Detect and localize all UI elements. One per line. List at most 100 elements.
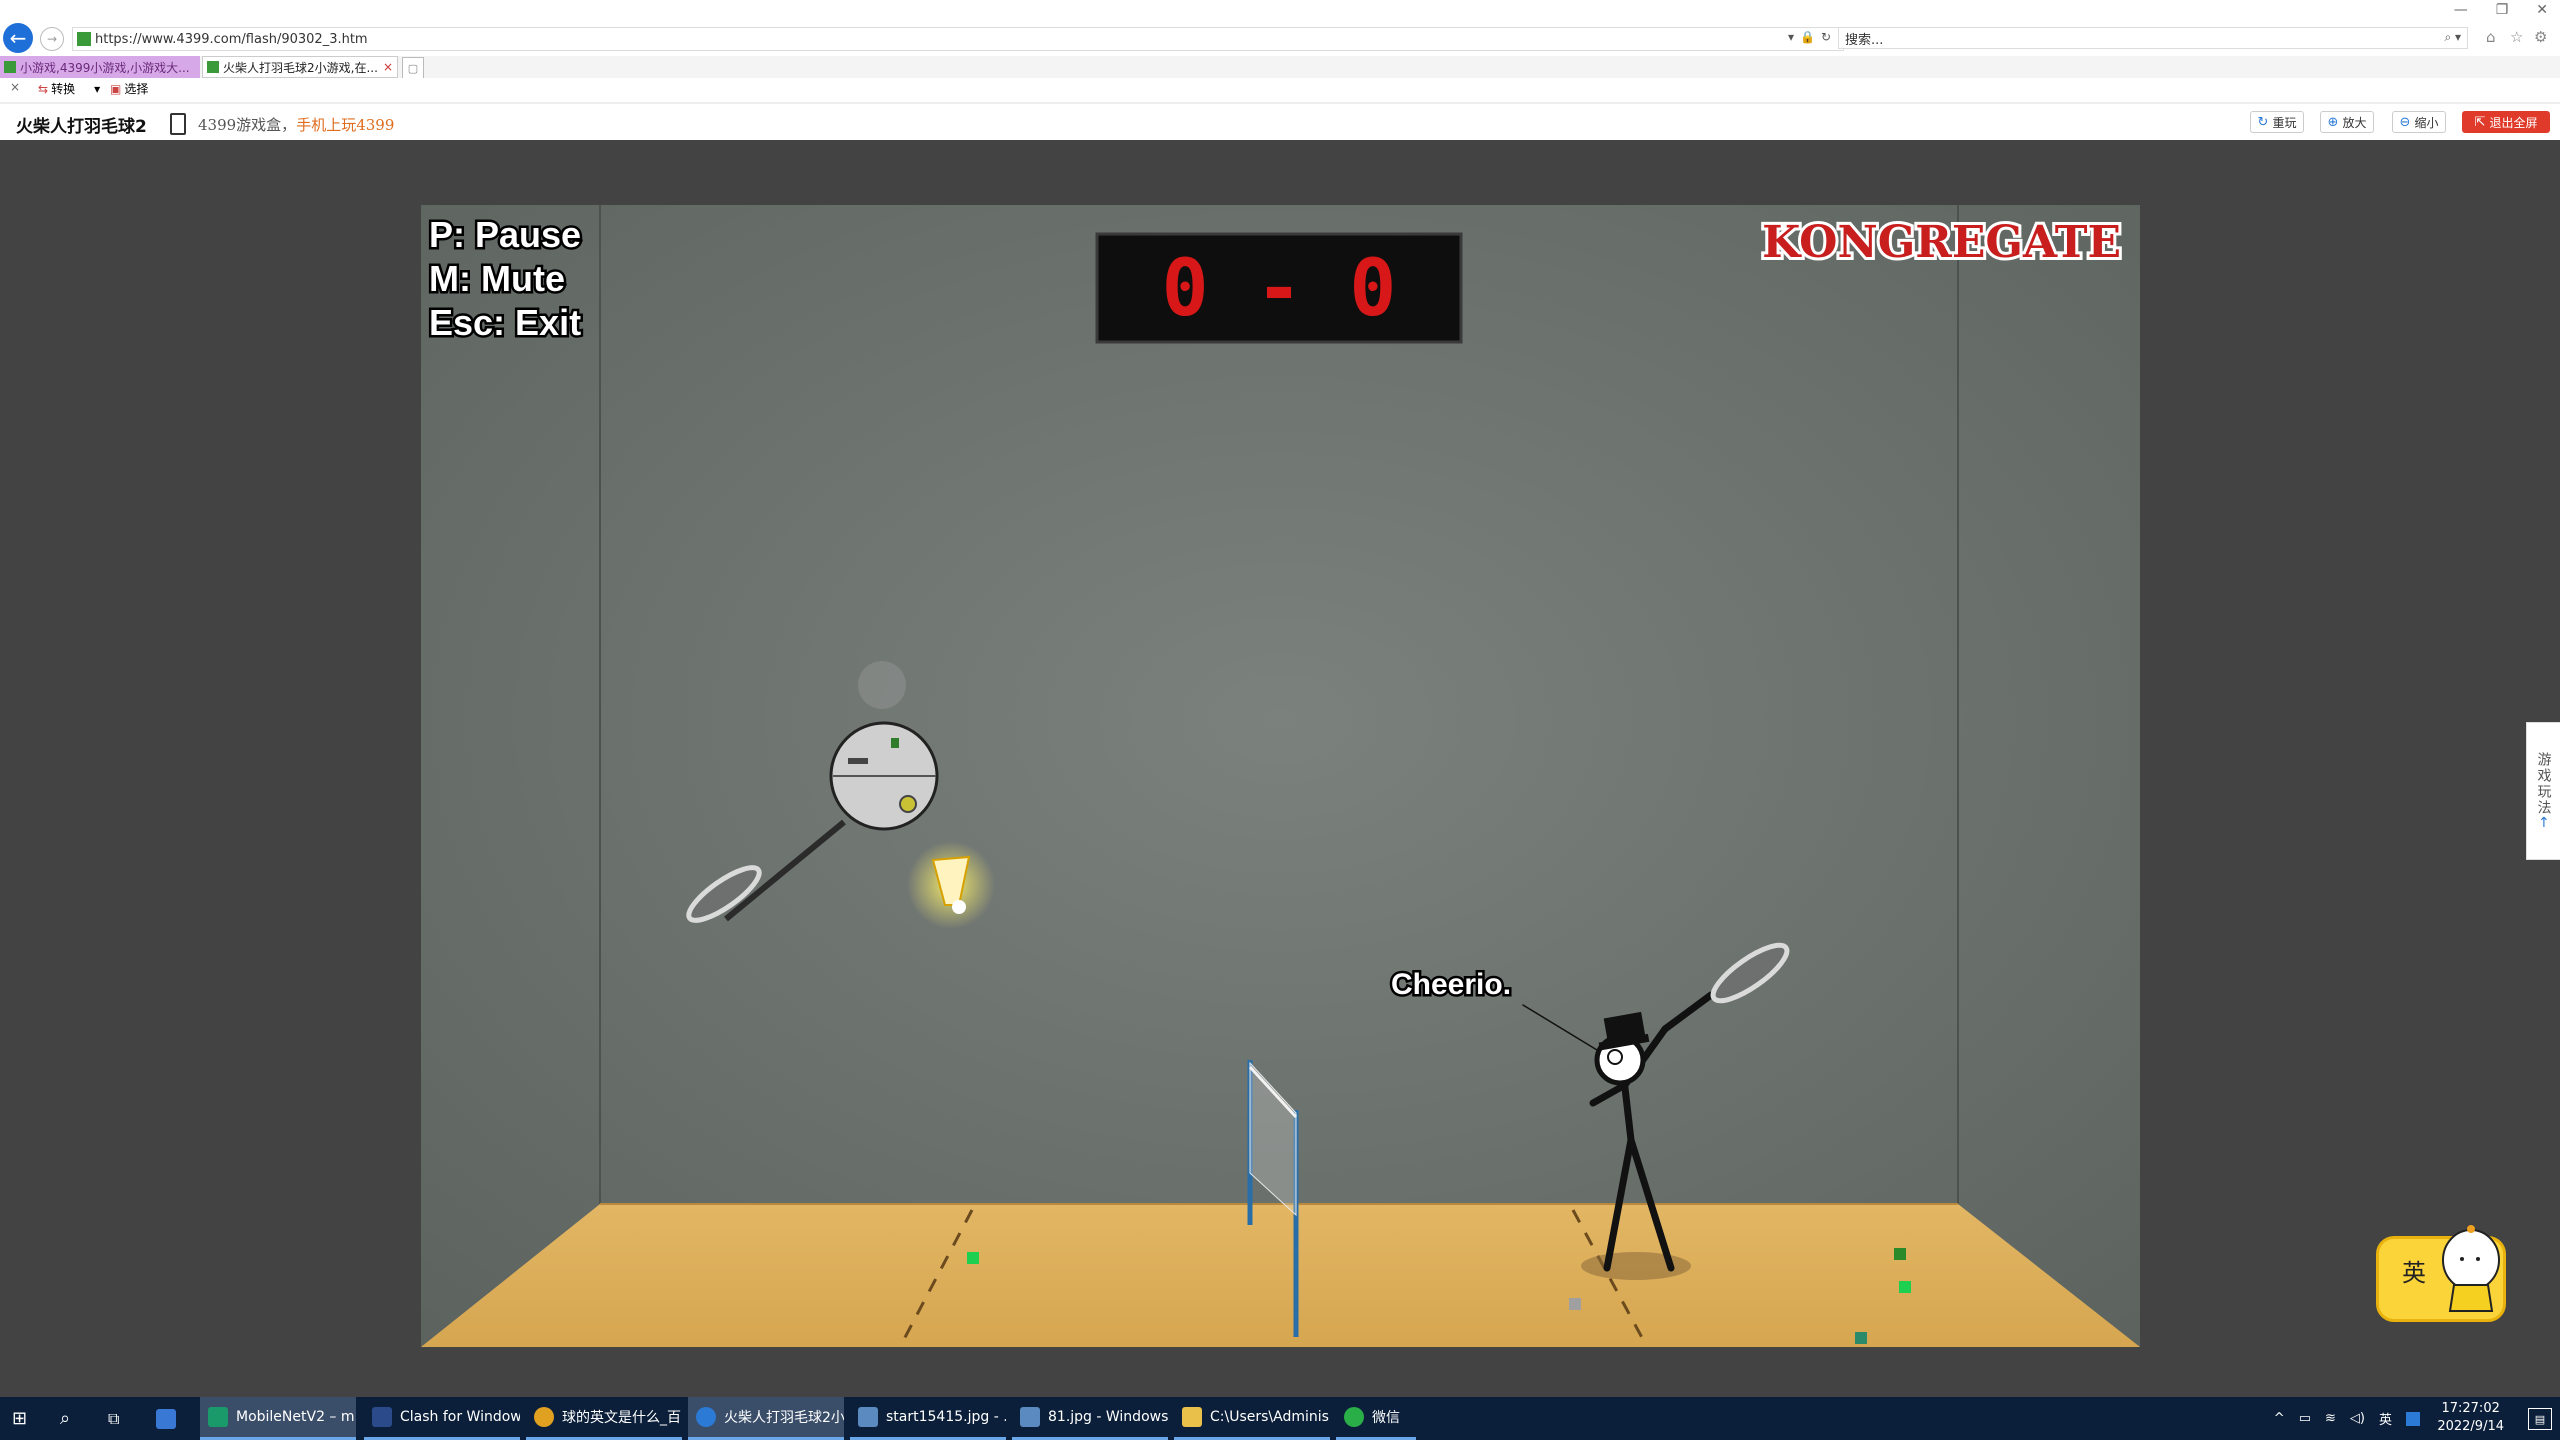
taskbar-app-pycharm[interactable]: MobileNetV2 – m... bbox=[200, 1397, 356, 1440]
floor-marker bbox=[1894, 1248, 1906, 1260]
dropdown-icon[interactable]: ▾ bbox=[1788, 30, 1800, 44]
notification-icon: ▤ bbox=[2534, 1412, 2546, 1426]
taskbar-app-label: start15415.jpg - ... bbox=[886, 1409, 1006, 1425]
gameplay-side-tab[interactable]: 游戏玩法 ← bbox=[2526, 722, 2560, 860]
wifi-icon[interactable]: ≋ bbox=[2325, 1411, 2336, 1426]
exit-fullscreen-label: 退出全屏 bbox=[2489, 115, 2538, 130]
chevron-up-icon[interactable]: ^ bbox=[2274, 1411, 2285, 1426]
app-promo-link[interactable]: 4399游戏盒，手机上玩4399 bbox=[198, 114, 394, 135]
wechat-icon bbox=[1344, 1407, 1364, 1427]
game-title: 火柴人打羽毛球2 bbox=[16, 117, 147, 137]
zoom-in-icon: ⊕ bbox=[2327, 114, 2339, 130]
tray-app-icon[interactable] bbox=[2406, 1411, 2420, 1426]
taskbar-app-wechat[interactable]: 微信 bbox=[1336, 1397, 1416, 1440]
forward-button[interactable]: → bbox=[40, 27, 64, 51]
convert-icon: ⇆ bbox=[38, 81, 49, 96]
taskbar-app-clash[interactable]: Clash for Windows bbox=[364, 1397, 520, 1440]
pycharm-icon bbox=[208, 1407, 228, 1427]
close-window-icon[interactable]: ✕ bbox=[2536, 2, 2548, 18]
taskbar-app-label: MobileNetV2 – m... bbox=[236, 1409, 356, 1425]
network-icon[interactable]: ▭ bbox=[2299, 1411, 2311, 1426]
taskbar-app-photo-2[interactable]: 81.jpg - Windows... bbox=[1012, 1397, 1168, 1440]
replay-button[interactable]: ↻ 重玩 bbox=[2250, 111, 2304, 133]
clash-icon bbox=[372, 1407, 392, 1427]
select-icon: ▣ bbox=[110, 81, 122, 96]
tab-label: 小游戏,4399小游戏,小游戏大... bbox=[20, 60, 190, 75]
task-view-icon: ⧉ bbox=[108, 1408, 120, 1428]
exit-hint: Esc: Exit bbox=[429, 302, 581, 343]
back-button[interactable]: ← bbox=[3, 23, 33, 53]
clock-date: 2022/9/14 bbox=[2437, 1419, 2504, 1434]
side-tab-label: 游戏玩法 bbox=[2535, 752, 2552, 817]
tab-4399-home[interactable]: 小游戏,4399小游戏,小游戏大... bbox=[0, 56, 200, 78]
input-language-indicator[interactable]: 英 bbox=[2379, 1409, 2392, 1428]
floor-marker bbox=[1855, 1332, 1867, 1344]
clock-time: 17:27:02 bbox=[2441, 1401, 2500, 1416]
convert-button[interactable]: ⇆ 转换 ▾ bbox=[38, 80, 100, 97]
settings-gear-icon[interactable]: ⚙ bbox=[2534, 28, 2547, 46]
zoom-out-button[interactable]: ⊖ 缩小 bbox=[2392, 111, 2446, 133]
ime-language-label: 英 bbox=[2402, 1259, 2426, 1287]
select-button[interactable]: ▣ 选择 bbox=[110, 80, 148, 97]
tab-favicon-icon bbox=[207, 61, 219, 73]
start-button[interactable]: ⊞ bbox=[12, 1397, 36, 1440]
floor-marker bbox=[1569, 1298, 1581, 1310]
exit-fullscreen-button[interactable]: ⇱ 退出全屏 bbox=[2462, 111, 2550, 133]
arrow-right-icon: → bbox=[46, 32, 58, 46]
search-icon: ⌕ bbox=[60, 1408, 71, 1429]
floor-marker bbox=[1899, 1281, 1911, 1293]
url-text: https://www.4399.com/flash/90302_3.htm bbox=[95, 31, 368, 47]
command-bar-close-icon[interactable]: × bbox=[10, 80, 20, 94]
arrow-left-icon: ← bbox=[9, 26, 27, 50]
minimize-icon[interactable]: — bbox=[2454, 2, 2468, 18]
search-button[interactable]: ⌕ bbox=[60, 1397, 84, 1440]
pinned-app-icon bbox=[156, 1408, 176, 1429]
mute-hint: M: Mute bbox=[429, 258, 565, 299]
scoreboard: 0 - 0 bbox=[1095, 232, 1463, 344]
taskbar-app-label: 火柴人打羽毛球2小... bbox=[724, 1410, 844, 1426]
new-tab-button[interactable]: ▢ bbox=[402, 57, 424, 79]
home-icon[interactable]: ⌂ bbox=[2486, 28, 2496, 46]
taskbar-app-label: 球的英文是什么_百... bbox=[562, 1410, 682, 1426]
ime-mascot-icon bbox=[2442, 1225, 2500, 1312]
game-canvas[interactable]: 0 - 0 P: Pause M: Mute Esc: Exit KONGREG… bbox=[421, 205, 2140, 1347]
restore-icon[interactable]: ❐ bbox=[2496, 2, 2509, 18]
taskbar-app-photo-1[interactable]: start15415.jpg - ... bbox=[850, 1397, 1006, 1440]
score-text: 0 - 0 bbox=[1162, 244, 1397, 334]
notification-center-button[interactable]: ▤ bbox=[2528, 1408, 2552, 1430]
chrome-icon bbox=[534, 1407, 554, 1427]
arrow-left-icon: ← bbox=[2535, 816, 2552, 830]
new-tab-icon: ▢ bbox=[407, 61, 419, 75]
tab-badminton-game[interactable]: 火柴人打羽毛球2小游戏,在... × bbox=[202, 56, 398, 78]
volume-icon[interactable]: ◁) bbox=[2350, 1411, 2365, 1426]
internet-explorer-icon bbox=[696, 1407, 716, 1427]
lock-icon[interactable]: 🔒 bbox=[1800, 30, 1821, 44]
tab-label: 火柴人打羽毛球2小游戏,在... bbox=[223, 60, 378, 75]
pause-hint: P: Pause bbox=[429, 214, 581, 255]
refresh-icon[interactable]: ↻ bbox=[1821, 30, 1837, 44]
favorites-icon[interactable]: ☆ bbox=[2510, 28, 2523, 46]
chevron-down-icon[interactable]: ▾ bbox=[94, 82, 100, 96]
url-input[interactable]: https://www.4399.com/flash/90302_3.htm ▾… bbox=[72, 27, 1844, 51]
taskbar-app-label: 81.jpg - Windows... bbox=[1048, 1409, 1168, 1425]
tab-close-icon[interactable]: × bbox=[383, 60, 393, 74]
photo-viewer-icon bbox=[858, 1407, 878, 1427]
taskbar-app-label: C:\Users\Adminis... bbox=[1210, 1409, 1330, 1425]
photo-viewer-icon bbox=[1020, 1407, 1040, 1427]
tab-favicon-icon bbox=[4, 61, 16, 73]
pinned-app-button[interactable] bbox=[156, 1397, 184, 1440]
task-view-button[interactable]: ⧉ bbox=[108, 1397, 132, 1440]
taskbar-app-chrome[interactable]: 球的英文是什么_百... bbox=[526, 1397, 682, 1440]
court-floor bbox=[421, 1204, 2140, 1347]
exit-fullscreen-icon: ⇱ bbox=[2474, 114, 2486, 130]
zoom-in-button[interactable]: ⊕ 放大 bbox=[2320, 111, 2374, 133]
search-icon[interactable]: ⌕ ▾ bbox=[2444, 30, 2461, 45]
search-input[interactable]: 搜索... ⌕ ▾ bbox=[1838, 27, 2468, 49]
taskbar-app-explorer[interactable]: C:\Users\Adminis... bbox=[1174, 1397, 1330, 1440]
taskbar-app-label: Clash for Windows bbox=[400, 1409, 520, 1425]
windows-logo-icon: ⊞ bbox=[12, 1408, 28, 1429]
taskbar-app-ie[interactable]: 火柴人打羽毛球2小... bbox=[688, 1397, 844, 1440]
window-controls: — ❐ ✕ bbox=[2454, 2, 2548, 18]
taskbar-clock[interactable]: 17:27:02 2022/9/14 bbox=[2437, 1400, 2504, 1436]
replay-label: 重玩 bbox=[2272, 115, 2297, 130]
